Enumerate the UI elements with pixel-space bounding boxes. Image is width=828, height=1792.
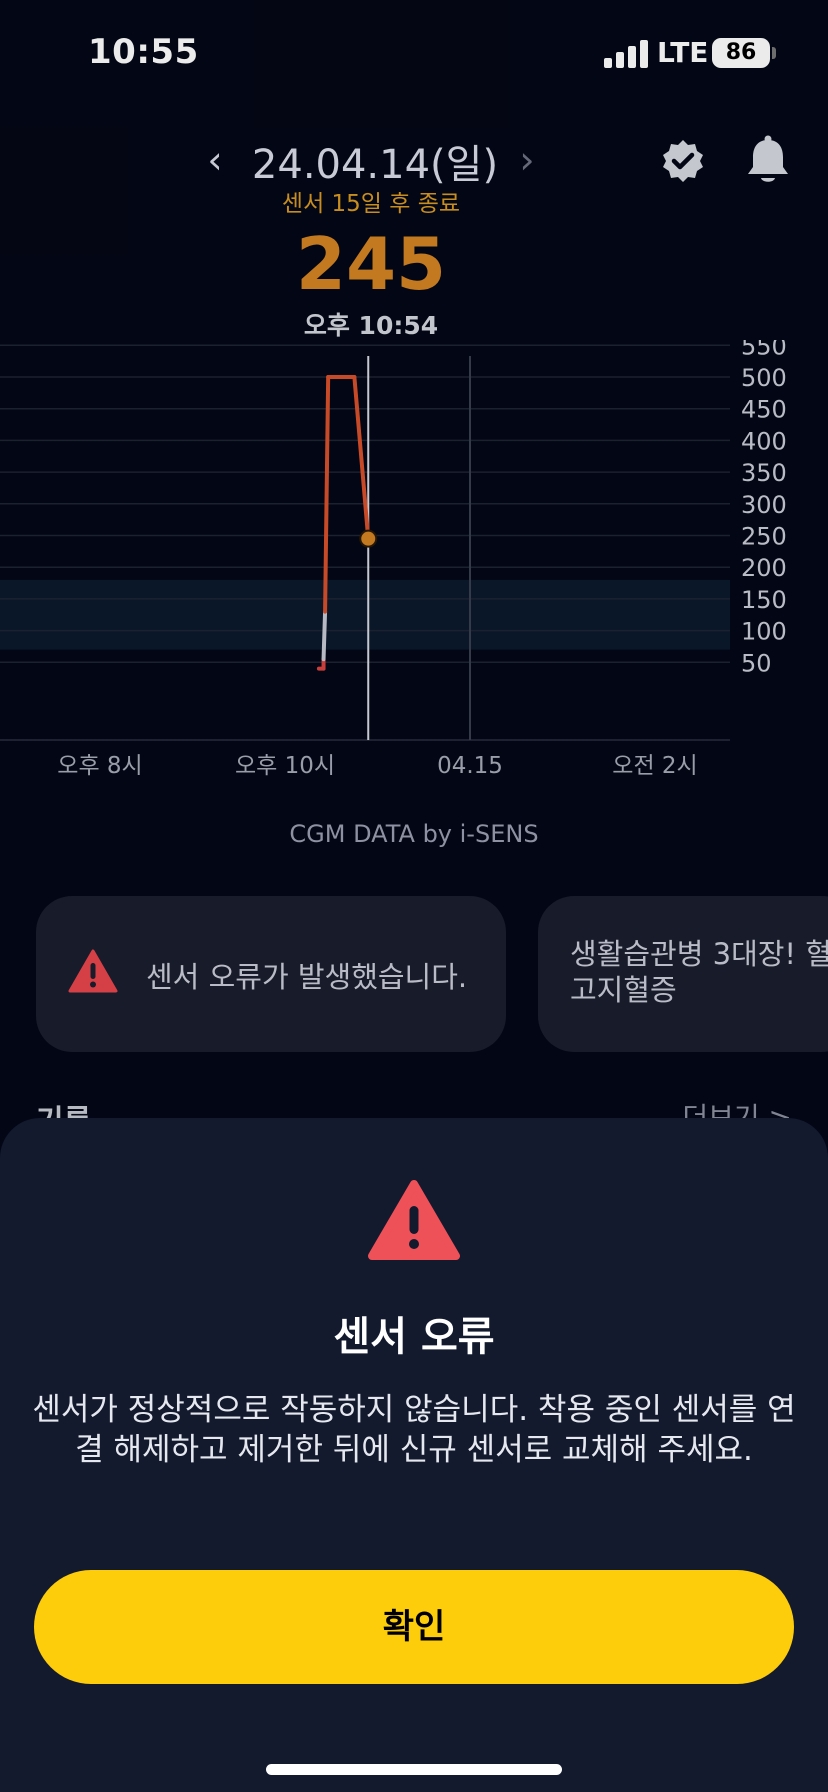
sensor-error-sheet: 센서 오류 센서가 정상적으로 작동하지 않습니다. 착용 중인 센서를 연결 …: [0, 1118, 828, 1792]
confirm-button[interactable]: 확인: [34, 1570, 794, 1684]
warning-triangle-icon: [368, 1180, 460, 1260]
home-indicator: [266, 1764, 562, 1775]
sheet-message: 센서가 정상적으로 작동하지 않습니다. 착용 중인 센서를 연결 해제하고 제…: [32, 1392, 796, 1468]
sheet-title: 센서 오류: [333, 1314, 495, 1360]
